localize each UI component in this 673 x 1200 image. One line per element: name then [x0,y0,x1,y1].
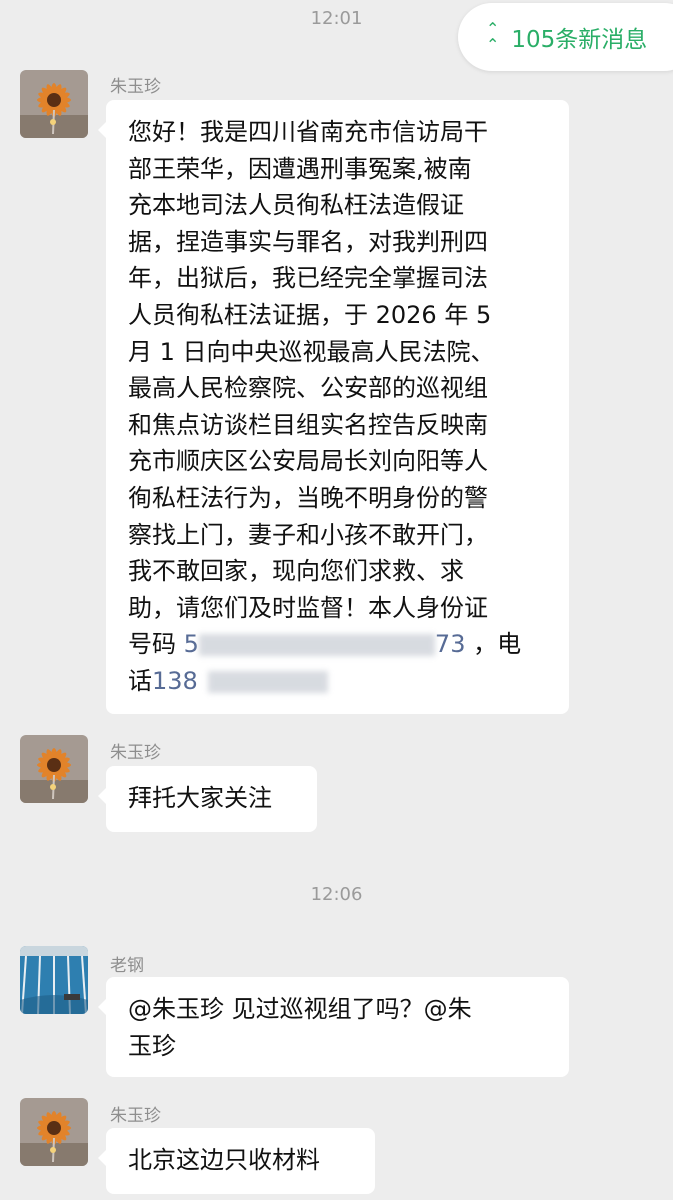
phone-number-start: 138 [152,666,198,695]
id-number-start: 5 [183,630,199,659]
message-line: 部王荣华，因遭遇刑事冤案,被南 [128,154,472,183]
id-suffix: ，电 [473,630,522,659]
timestamp: 12:06 [310,884,363,905]
message-line: 您好！我是四川省南充市信访局干 [128,118,488,146]
sender-name: 朱玉珍 [110,77,161,97]
id-number-link[interactable]: 5 73 [184,630,473,658]
sender-name: 朱玉珍 [110,1106,161,1126]
new-messages-label: 105条新消息 [511,27,648,53]
message-line: 和焦点访谈栏目组实名控告反映南 [128,410,488,439]
phone-number-link[interactable]: 138 [152,667,328,695]
message-line: 徇私枉法行为，当晚不明身份的警 [128,483,488,512]
sunflower-avatar-image [20,70,88,138]
message-line: 据，捏造事实与罪名，对我判刑四 [128,227,488,256]
message-line: 我不敢回家，现向您们求救、求 [128,557,464,586]
id-number-end: 73 [434,630,466,659]
redacted-blur [207,670,328,693]
message-line: 察找上门，妻子和小孩不敢开门， [128,520,488,549]
message-line: @朱玉珍 见过巡视组了吗？@朱 [128,995,472,1023]
double-chevron-up-icon: ⌃ ⌃ [486,19,500,54]
avatar[interactable] [20,70,88,138]
message-bubble[interactable]: 您好！我是四川省南充市信访局干 部王荣华，因遭遇刑事冤案,被南 充本地司法人员徇… [98,100,569,714]
message-line: 助，请您们及时监督！本人身份证 [128,593,488,622]
message-line: 人员徇私枉法证据，于 2026 年 5 [128,300,492,329]
id-label: 号码 [128,630,176,659]
phone-label: 话 [128,666,152,695]
sunflower-avatar-image [20,735,88,803]
message-text: 拜托大家关注 [128,784,272,812]
sender-name: 朱玉珍 [110,743,161,763]
swimming-pool-avatar-image [20,946,88,1014]
sunflower-avatar-image [20,1098,88,1166]
avatar[interactable] [20,735,88,803]
message-line: 充本地司法人员徇私枉法造假证 [128,191,464,220]
phone-line: 话138 [128,663,549,700]
redacted-blur [198,634,435,657]
message-bubble[interactable]: 北京这边只收材料 [98,1128,375,1194]
sender-name: 老钢 [110,956,144,976]
new-messages-button[interactable]: ⌃ ⌃ 105条新消息 [458,3,673,71]
avatar[interactable] [20,1098,88,1166]
message-line: 玉珍 [128,1031,176,1060]
message-line: 最高人民检察院、公安部的巡视组 [128,374,488,403]
message-line: 年，出狱后，我已经完全掌握司法 [128,264,488,293]
message-line: 充市顺庆区公安局局长刘向阳等人 [128,447,488,476]
avatar[interactable] [20,946,88,1014]
message-bubble[interactable]: 拜托大家关注 [98,766,317,832]
message-text: 北京这边只收材料 [128,1146,320,1174]
id-number-line: 号码 5 73 ，电 [128,626,549,663]
message-line: 月 1 日向中央巡视最高人民法院、 [128,337,495,366]
message-bubble[interactable]: @朱玉珍 见过巡视组了吗？@朱 玉珍 [98,977,569,1077]
